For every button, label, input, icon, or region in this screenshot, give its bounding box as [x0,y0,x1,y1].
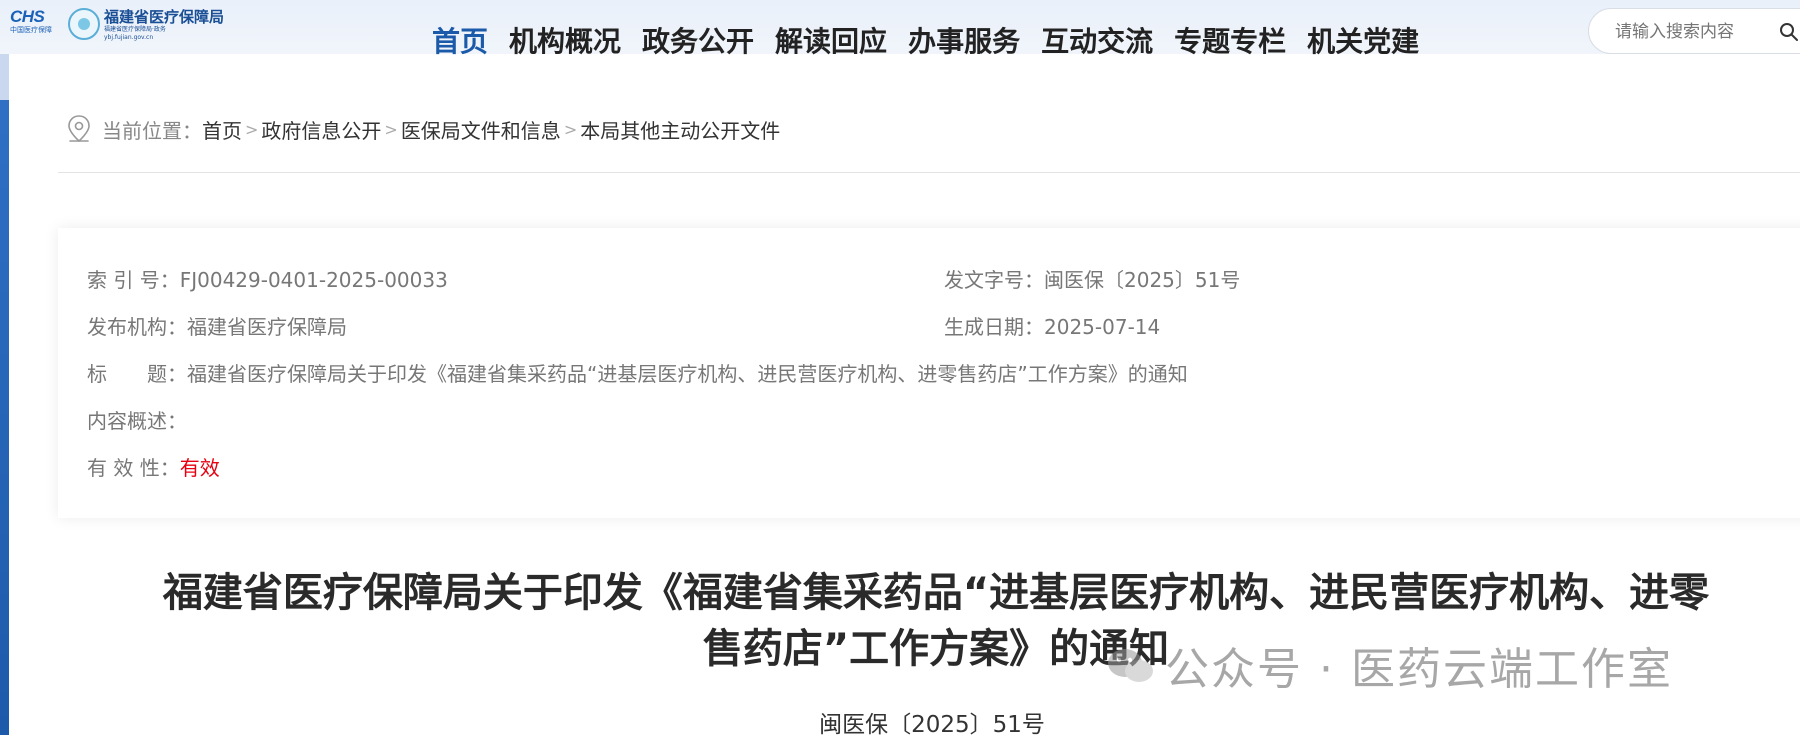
document-title-line2: 售药店”工作方案》的通知 [702,626,1170,672]
breadcrumb-item-bureau-docs[interactable]: 医保局文件和信息 [401,115,561,144]
breadcrumb-separator: > [384,119,398,139]
breadcrumb-item-other-public-docs[interactable]: 本局其他主动公开文件 [580,115,780,144]
breadcrumb-separator: > [245,119,259,139]
meta-date-value: 2025-07-14 [1044,315,1161,339]
meta-doc-number-value: 闽医保〔2025〕51号 [1044,268,1241,292]
meta-title-value: 福建省医疗保障局关于印发《福建省集采药品“进基层医疗机构、进民营医疗机构、进零售… [187,362,1188,386]
meta-validity-label: 有 效 性： [87,456,180,480]
search-input[interactable] [1615,21,1765,43]
meta-title-label: 标 题： [87,362,187,386]
meta-date-row: 生成日期：2025-07-14 [944,313,1160,341]
breadcrumb-separator: > [563,119,578,139]
meta-date-label: 生成日期： [944,315,1044,339]
meta-index-row: 索 引 号：FJ00429-0401-2025-00033 [87,266,448,294]
main-nav: 首页 机构概况 政务公开 解读回应 办事服务 互动交流 专题专栏 机关党建 [432,22,1440,62]
meta-validity-value: 有效 [179,456,220,480]
document-title-line1: 福建省医疗保障局关于印发《福建省集采药品“进基层医疗机构、进民营医疗机构、进零 [162,570,1710,616]
nav-item-interpretation[interactable]: 解读回应 [775,22,887,62]
meta-publisher-label: 发布机构： [87,315,187,339]
emblem-icon[interactable] [68,8,100,40]
chs-logo-subtext: 中国医疗保障 [10,26,52,34]
wechat-icon [1108,649,1153,682]
site-logo-text[interactable]: 福建省医疗保障局 福建省医疗保障局·政务 ybj.fujian.gov.cn [104,8,244,42]
chs-logo[interactable]: CHS 中国医疗保障 [10,8,58,38]
meta-doc-number-row: 发文字号：闽医保〔2025〕51号 [944,266,1240,294]
location-pin-icon [68,115,90,143]
site-domain: ybj.fujian.gov.cn [104,34,154,41]
search-box [1588,8,1800,54]
meta-validity-row: 有 效 性：有效 [87,454,220,482]
breadcrumb-divider [58,172,1800,173]
nav-item-home[interactable]: 首页 [432,22,488,62]
breadcrumb-item-gov-info[interactable]: 政府信息公开 [261,115,381,144]
site-name: 福建省医疗保障局 [104,8,225,26]
meta-index-value: FJ00429-0401-2025-00033 [179,268,448,292]
site-name-sub: 福建省医疗保障局·政务 [104,26,166,33]
nav-item-party-building[interactable]: 机关党建 [1307,22,1419,62]
meta-doc-number-label: 发文字号： [944,268,1044,292]
meta-summary-row: 内容概述： [87,407,187,435]
meta-summary-label: 内容概述： [87,409,187,433]
watermark: 公众号 · 医药云端工作室 [1105,640,1673,695]
chs-logo-text: CHS [10,7,45,26]
meta-publisher-value: 福建省医疗保障局 [187,315,347,339]
breadcrumb-item-home[interactable]: 首页 [202,115,242,144]
breadcrumb-label: 当前位置： [102,118,202,143]
left-edge-strip [0,100,9,735]
nav-item-interaction[interactable]: 互动交流 [1041,22,1153,62]
nav-item-services[interactable]: 办事服务 [908,22,1020,62]
search-icon[interactable] [1779,22,1799,42]
meta-index-label: 索 引 号： [87,268,180,292]
nav-item-special-topics[interactable]: 专题专栏 [1174,22,1286,62]
left-edge-strip-top [0,54,9,100]
watermark-text: 公众号 · 医药云端工作室 [1165,644,1673,695]
nav-item-government-affairs[interactable]: 政务公开 [642,22,754,62]
meta-publisher-row: 发布机构：福建省医疗保障局 [87,313,347,341]
meta-title-row: 标 题：福建省医疗保障局关于印发《福建省集采药品“进基层医疗机构、进民营医疗机构… [87,360,1188,388]
breadcrumb: 当前位置： 首页 > 政府信息公开 > 医保局文件和信息 > 本局其他主动公开文… [66,114,780,144]
nav-item-organization[interactable]: 机构概况 [509,22,621,62]
document-metadata-card: 索 引 号：FJ00429-0401-2025-00033 发文字号：闽医保〔2… [58,228,1800,518]
document-number: 闽医保〔2025〕51号 [819,712,1045,735]
